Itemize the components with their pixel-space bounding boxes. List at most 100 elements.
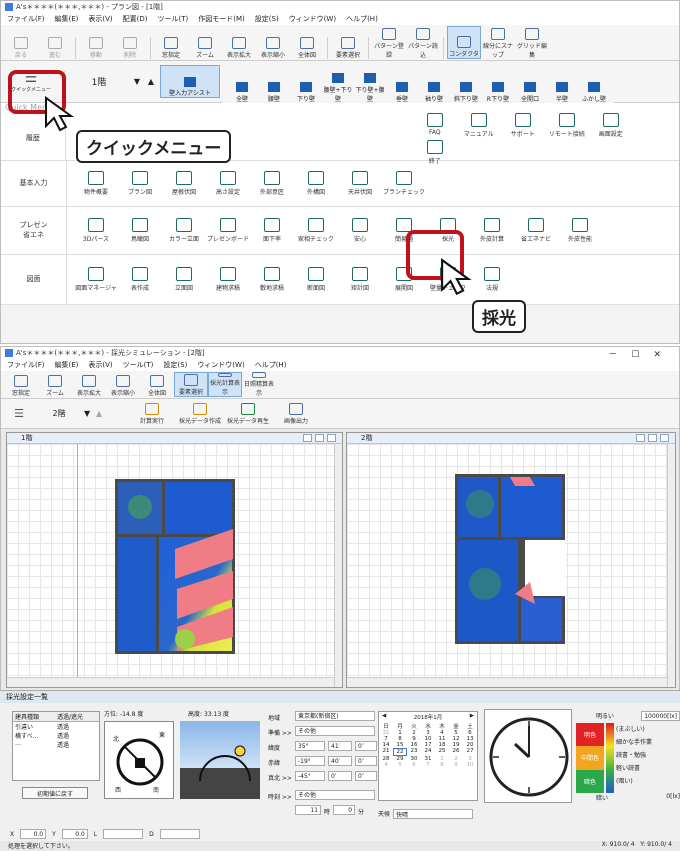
calendar-day[interactable]: 10 xyxy=(463,762,477,768)
toolbar-button[interactable]: 削除 xyxy=(113,26,147,59)
reset-button[interactable]: 初期値に戻す xyxy=(22,787,88,799)
maximize-icon[interactable] xyxy=(648,434,657,442)
calendar-day[interactable]: 27 xyxy=(463,748,477,756)
quick-menu-item[interactable]: 天井伏図 xyxy=(339,171,381,196)
calendar-day[interactable]: 24 xyxy=(421,748,435,756)
calendar-day[interactable]: 7 xyxy=(421,762,435,768)
wall-type-button[interactable]: 下り壁+腰壁 xyxy=(354,73,386,103)
menu-item[interactable]: ファイル(F) xyxy=(7,360,45,370)
menu-item[interactable]: ヘルプ(H) xyxy=(255,360,287,370)
next-month-icon[interactable]: ▶ xyxy=(470,713,474,721)
quick-menu-item[interactable]: プレゼンボード xyxy=(207,218,249,243)
toolbar-button[interactable]: 日照精算表示 xyxy=(242,372,276,397)
floor2-grid[interactable] xyxy=(347,444,667,677)
quick-menu-item[interactable]: 表作成 xyxy=(119,267,161,292)
lon-deg-input[interactable]: -19° xyxy=(295,756,325,766)
d-input[interactable] xyxy=(159,829,200,839)
toolbar-button[interactable]: 線分にスナップ xyxy=(481,26,515,59)
menu-item[interactable]: 編集(E) xyxy=(55,14,79,24)
quick-menu-item[interactable]: 矩計図 xyxy=(339,267,381,292)
weather-select[interactable]: 快晴 xyxy=(393,809,474,819)
quick-menu-item[interactable]: 3Dパース xyxy=(75,218,117,243)
menu-item[interactable]: ツール(T) xyxy=(123,360,154,370)
quick-menu-item[interactable]: カラー立面 xyxy=(163,218,205,243)
wall-type-button[interactable]: 全開口 xyxy=(514,82,546,103)
standard-select[interactable]: その他 xyxy=(295,726,375,736)
legend-max[interactable]: 100000[lx] xyxy=(641,711,680,721)
toolbar-button[interactable]: 表示縮小 xyxy=(256,26,290,59)
floor-down-icon[interactable]: ▼ xyxy=(130,61,144,102)
calendar-day[interactable]: 8 xyxy=(435,762,449,768)
v-scrollbar[interactable] xyxy=(334,444,342,687)
lat-min-input[interactable]: 41′ xyxy=(328,741,352,751)
calendar-day[interactable]: 4 xyxy=(379,762,393,768)
lat-deg-input[interactable]: 35° xyxy=(295,741,325,751)
v-scrollbar[interactable] xyxy=(667,444,675,687)
quick-menu-item[interactable]: 外皮計算 xyxy=(471,218,513,243)
action-button[interactable]: 画像出力 xyxy=(272,402,320,425)
quick-menu-item[interactable]: FAQ xyxy=(414,112,456,138)
toolbar-button[interactable]: 移動 xyxy=(79,26,113,59)
table-row[interactable]: 横すべ… 透過 xyxy=(13,731,99,740)
h-scrollbar[interactable] xyxy=(347,677,667,687)
menu-item[interactable]: ファイル(F) xyxy=(7,14,45,24)
wall-type-button[interactable]: ふかし壁 xyxy=(578,82,610,103)
calendar-day[interactable]: 6 xyxy=(407,762,421,768)
standard-button[interactable]: 準備 >> xyxy=(268,726,292,741)
floor-up-icon[interactable]: ▲ xyxy=(144,61,158,102)
fixture-table[interactable]: 建具種類 透過/遮光 引違い 透過 横すべ… 透過… 透過 xyxy=(12,711,100,781)
toolbar-button[interactable]: パターン登録 xyxy=(372,26,406,59)
h-scrollbar[interactable] xyxy=(7,677,334,687)
quick-menu-button[interactable]: ☰ xyxy=(4,407,34,420)
lat-sec-input[interactable]: 0″ xyxy=(355,741,377,751)
calendar-day[interactable]: 25 xyxy=(435,748,449,756)
toolbar-button[interactable]: ズーム xyxy=(38,372,72,397)
minimize-icon[interactable] xyxy=(636,434,645,442)
wall-type-button[interactable]: 袖り壁 xyxy=(418,82,450,103)
toolbar-button[interactable]: 全体図 xyxy=(140,372,174,397)
quick-menu-item[interactable]: 図面マネージャ xyxy=(75,267,117,292)
quick-menu-item[interactable]: 敷地求積 xyxy=(251,267,293,292)
toolbar-button[interactable]: 採光計算表示 xyxy=(208,372,242,397)
wall-type-button[interactable]: 腰壁+下り壁 xyxy=(322,73,354,103)
floor-up-icon[interactable]: ▲ xyxy=(96,409,108,418)
quick-menu-item[interactable]: 立面図 xyxy=(163,267,205,292)
toolbar-button[interactable]: 表示拡大 xyxy=(222,26,256,59)
menu-item[interactable]: ウィンドウ(W) xyxy=(197,360,244,370)
quick-menu-item[interactable]: 外皮性能 xyxy=(559,218,601,243)
action-button[interactable]: 採光データ再生 xyxy=(224,402,272,425)
lon-sec-input[interactable]: 0″ xyxy=(355,756,377,766)
quick-menu-item[interactable]: 面下率 xyxy=(251,218,293,243)
menu-item[interactable]: ウィンドウ(W) xyxy=(289,14,336,24)
quick-menu-item[interactable]: プランチェック xyxy=(383,171,425,196)
menu-item[interactable]: 作図モード(M) xyxy=(198,14,245,24)
calendar-day[interactable]: 5 xyxy=(393,762,407,768)
quick-menu-item[interactable]: 建物求積 xyxy=(207,267,249,292)
quick-menu-item[interactable]: 物件概要 xyxy=(75,171,117,196)
calendar-day[interactable]: 22 xyxy=(393,748,407,756)
quick-menu-item[interactable]: サポート xyxy=(502,112,544,138)
toolbar-button[interactable]: 全体図 xyxy=(290,26,324,59)
calendar-day[interactable]: 23 xyxy=(407,748,421,756)
wall-type-button[interactable]: 垂壁 xyxy=(386,82,418,103)
wall-type-button[interactable]: 腰壁 xyxy=(258,82,290,103)
toolbar-button[interactable]: 表示縮小 xyxy=(106,372,140,397)
minimize-icon[interactable] xyxy=(303,434,312,442)
maximize-icon[interactable] xyxy=(315,434,324,442)
wall-type-button[interactable]: 下り壁 xyxy=(290,82,322,103)
floor-down-icon[interactable]: ▼ xyxy=(84,409,96,418)
prev-month-icon[interactable]: ◀ xyxy=(382,713,386,721)
toolbar-button[interactable]: グリッド編集 xyxy=(515,26,549,59)
toolbar-button[interactable]: 要素選択 xyxy=(331,26,365,59)
table-row[interactable]: … 透過 xyxy=(13,740,99,749)
quick-menu-item[interactable]: 鳥瞰図 xyxy=(119,218,161,243)
quick-menu-item[interactable]: 省エネナビ xyxy=(515,218,557,243)
window-controls[interactable]: －☐✕ xyxy=(608,347,675,360)
x-input[interactable]: 0.0 xyxy=(20,829,47,839)
close-icon[interactable] xyxy=(660,434,669,442)
min-input[interactable]: 0 xyxy=(333,805,356,815)
menu-item[interactable]: 編集(E) xyxy=(55,360,79,370)
wall-type-button[interactable]: 全壁 xyxy=(226,82,258,103)
y-input[interactable]: 0.0 xyxy=(61,829,88,839)
time-select[interactable]: その他 xyxy=(295,790,375,800)
